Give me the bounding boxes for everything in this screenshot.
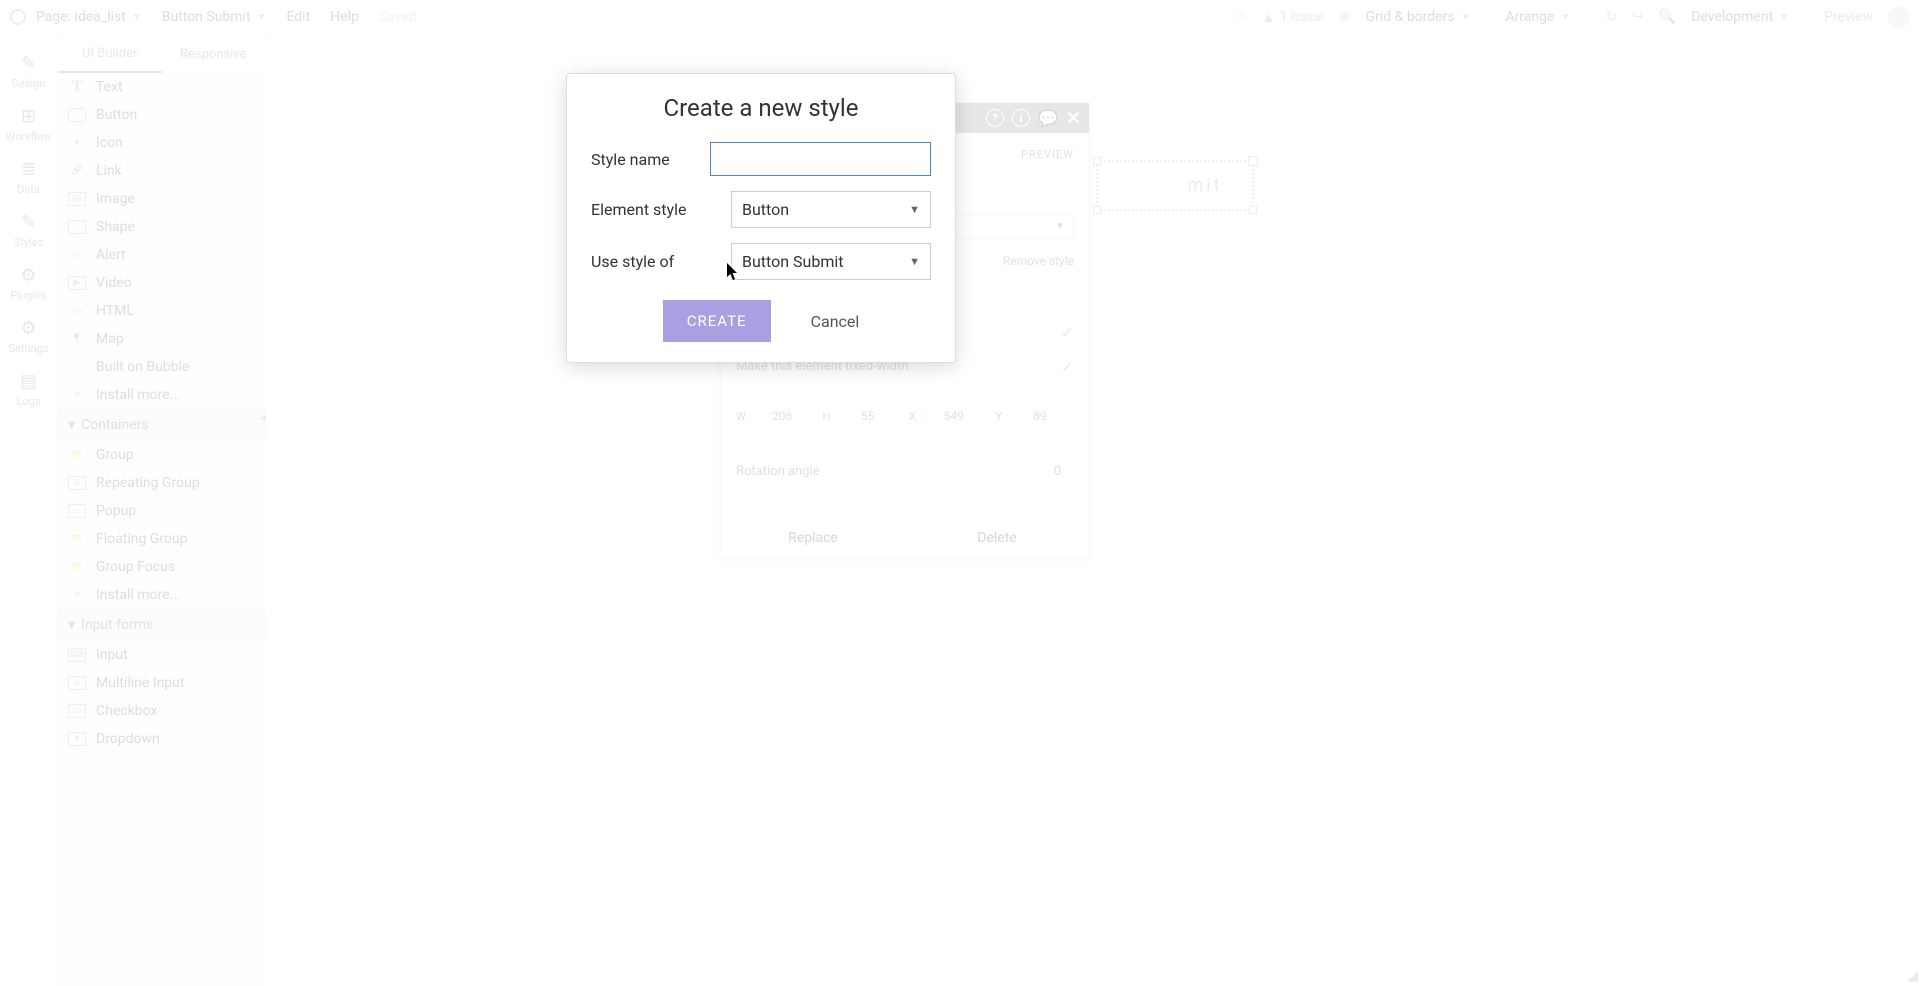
create-button[interactable]: CREATE bbox=[663, 300, 771, 342]
chevron-down-icon: ▼ bbox=[909, 255, 920, 268]
cancel-button[interactable]: Cancel bbox=[811, 300, 860, 342]
modal-title: Create a new style bbox=[591, 94, 931, 122]
style-name-input[interactable] bbox=[710, 142, 931, 176]
element-style-select[interactable]: Button ▼ bbox=[731, 191, 931, 228]
chevron-down-icon: ▼ bbox=[909, 203, 920, 216]
use-style-of-label: Use style of bbox=[591, 252, 731, 271]
use-style-of-select[interactable]: Button Submit ▼ bbox=[731, 243, 931, 280]
style-name-label: Style name bbox=[591, 150, 710, 169]
element-style-label: Element style bbox=[591, 200, 731, 219]
modal-overlay[interactable] bbox=[0, 0, 1920, 986]
create-style-modal: Create a new style Style name Element st… bbox=[566, 73, 956, 363]
